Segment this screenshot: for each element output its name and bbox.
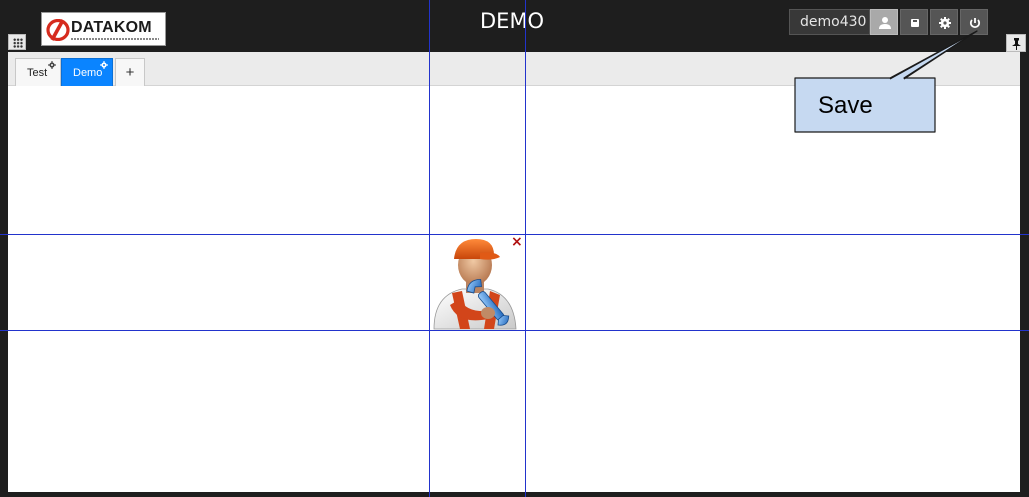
datakom-logo-mark-icon xyxy=(46,19,70,41)
apps-grid-icon xyxy=(13,38,23,48)
add-tab-button[interactable]: + xyxy=(115,58,145,86)
tab-test[interactable]: Test xyxy=(15,58,61,86)
apps-grid-button[interactable] xyxy=(8,34,26,50)
pin-button[interactable] xyxy=(1006,34,1026,52)
pin-icon xyxy=(1012,38,1021,50)
tab-demo[interactable]: Demo xyxy=(61,58,113,86)
tab-demo-settings-icon[interactable] xyxy=(100,61,108,69)
logo-text: DATAKOM xyxy=(71,19,152,36)
save-callout xyxy=(794,30,978,133)
logo-tagline xyxy=(71,38,159,40)
datakom-logo: DATAKOM xyxy=(41,12,166,46)
tab-test-settings-icon[interactable] xyxy=(48,61,56,69)
page-title: DEMO xyxy=(480,9,545,33)
callout-label: Save xyxy=(818,92,873,119)
tab-test-label: Test xyxy=(27,67,48,79)
widget-close-icon[interactable]: × xyxy=(511,234,523,250)
app-window: DATAKOM DEMO demo430 Test Demo + × Save xyxy=(0,0,1029,497)
tab-demo-label: Demo xyxy=(73,67,103,79)
